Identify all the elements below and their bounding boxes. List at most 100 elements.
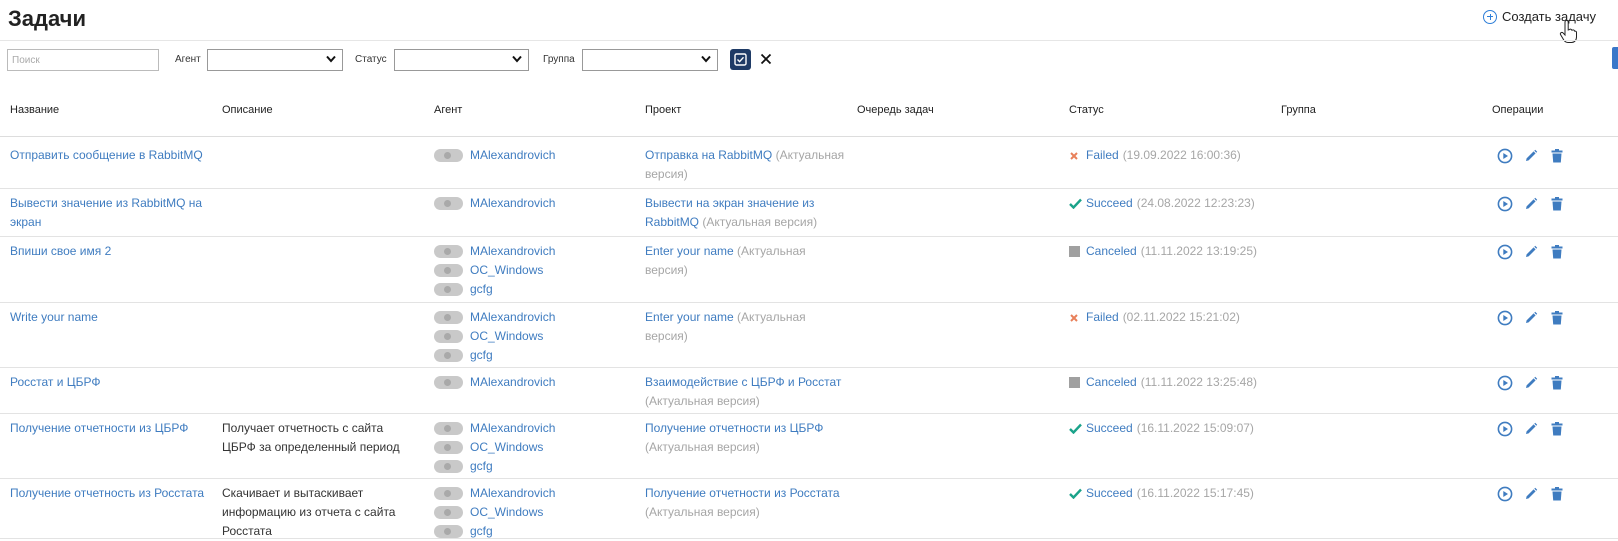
project-link[interactable]: Получение отчетности из Росстата [645,486,840,500]
agent-toggle[interactable] [434,245,463,258]
project-version-label: (Актуальная версия) [645,394,760,408]
group-select[interactable] [582,49,718,71]
agent-toggle[interactable] [434,330,463,343]
agent-toggle[interactable] [434,349,463,362]
agent-toggle[interactable] [434,197,463,210]
agent-name-link[interactable]: gcfg [470,457,493,476]
agent-toggle[interactable] [434,487,463,500]
run-task-button[interactable] [1496,147,1513,164]
task-name-link[interactable]: Вывести значение из RabbitMQ на [10,194,215,213]
task-name-link[interactable]: экран [10,213,215,232]
agent-name-link[interactable]: MAlexandrovich [470,194,555,213]
status-timestamp: (02.11.2022 15:21:02) [1122,310,1240,324]
task-name-link[interactable]: Получение отчетности из ЦБРФ [10,419,215,438]
project-link[interactable]: Взаимодействие с ЦБРФ и Росстат [645,375,841,389]
column-header-task-queue[interactable]: Очередь задач [857,104,934,116]
task-operations-cell [1496,195,1565,212]
create-task-button[interactable]: Создать задачу [1483,9,1596,24]
edit-task-button[interactable] [1522,309,1539,326]
agent-name-link[interactable]: MAlexandrovich [470,484,555,503]
run-task-button[interactable] [1496,243,1513,260]
project-link[interactable]: Enter your name [645,244,734,258]
run-task-button[interactable] [1496,420,1513,437]
agent-toggle[interactable] [434,506,463,519]
project-link[interactable]: Вывести на экран значение из [645,196,814,210]
edit-task-button[interactable] [1522,243,1539,260]
agent-name-link[interactable]: OC_Windows [470,261,543,280]
agent-toggle[interactable] [434,283,463,296]
task-name-link[interactable]: Отправить сообщение в RabbitMQ [10,146,215,165]
edit-task-button[interactable] [1522,374,1539,391]
canceled-square-icon [1069,373,1082,392]
agent-toggle[interactable] [434,460,463,473]
run-task-button[interactable] [1496,195,1513,212]
agent-toggle[interactable] [434,376,463,389]
agent-name-link[interactable]: OC_Windows [470,503,543,522]
status-label[interactable]: Succeed [1086,419,1133,438]
task-agents-cell: MAlexandrovich [434,194,555,213]
agent-name-link[interactable]: MAlexandrovich [470,373,555,392]
task-name-link[interactable]: Получение отчетность из Росстата [10,484,215,503]
edit-task-button[interactable] [1522,195,1539,212]
project-link[interactable]: RabbitMQ [645,215,699,229]
column-header-description[interactable]: Описание [222,104,273,116]
agent-toggle[interactable] [434,264,463,277]
delete-task-button[interactable] [1548,195,1565,212]
project-link[interactable]: Отправка на RabbitMQ [645,148,772,162]
status-label[interactable]: Canceled [1086,373,1137,392]
play-circle-icon [1497,310,1512,325]
apply-filter-button[interactable] [730,49,751,70]
run-task-button[interactable] [1496,309,1513,326]
column-header-project[interactable]: Проект [645,104,681,116]
agent-item: OC_Windows [434,261,555,280]
delete-task-button[interactable] [1548,420,1565,437]
project-link[interactable]: Получение отчетности из ЦБРФ [645,421,823,435]
status-label[interactable]: Failed [1086,146,1119,165]
agent-name-link[interactable]: gcfg [470,346,493,365]
agent-name-link[interactable]: OC_Windows [470,438,543,457]
agent-name-link[interactable]: MAlexandrovich [470,419,555,438]
agent-name-link[interactable]: OC_Windows [470,327,543,346]
agent-name-link[interactable]: gcfg [470,280,493,299]
task-status-cell: Succeed (24.08.2022 12:23:23) [1069,194,1255,213]
play-circle-icon [1497,421,1512,436]
status-label[interactable]: Canceled [1086,242,1137,261]
status-label[interactable]: Failed [1086,308,1119,327]
edit-task-button[interactable] [1522,420,1539,437]
search-input[interactable] [7,49,159,71]
column-header-group[interactable]: Группа [1281,104,1316,116]
run-task-button[interactable] [1496,374,1513,391]
delete-task-button[interactable] [1548,309,1565,326]
agent-toggle[interactable] [434,422,463,435]
delete-task-button[interactable] [1548,485,1565,502]
agent-toggle[interactable] [434,149,463,162]
play-circle-icon [1497,148,1512,163]
status-label[interactable]: Succeed [1086,194,1133,213]
edit-task-button[interactable] [1522,147,1539,164]
column-header-name[interactable]: Название [10,104,59,116]
task-project-cell: Взаимодействие с ЦБРФ и Росстат (Актуальн… [645,373,855,411]
play-circle-icon [1497,196,1512,211]
task-name-link[interactable]: Росстат и ЦБРФ [10,373,215,392]
status-select[interactable] [394,49,529,71]
agent-item: MAlexandrovich [434,308,555,327]
delete-task-button[interactable] [1548,374,1565,391]
run-task-button[interactable] [1496,485,1513,502]
clear-filter-close-icon[interactable] [758,51,774,67]
edit-task-button[interactable] [1522,485,1539,502]
agent-name-link[interactable]: MAlexandrovich [470,308,555,327]
agent-name-link[interactable]: MAlexandrovich [470,146,555,165]
agent-select[interactable] [207,49,343,71]
status-label[interactable]: Succeed [1086,484,1133,503]
agent-name-link[interactable]: MAlexandrovich [470,242,555,261]
agent-toggle[interactable] [434,311,463,324]
delete-task-button[interactable] [1548,147,1565,164]
task-name-link[interactable]: Write your name [10,308,215,327]
delete-task-button[interactable] [1548,243,1565,260]
column-header-agent[interactable]: Агент [434,104,462,116]
project-link[interactable]: Enter your name [645,310,734,324]
column-header-status[interactable]: Статус [1069,104,1104,116]
agent-item: OC_Windows [434,438,555,457]
agent-toggle[interactable] [434,441,463,454]
task-name-link[interactable]: Впиши свое имя 2 [10,242,215,261]
